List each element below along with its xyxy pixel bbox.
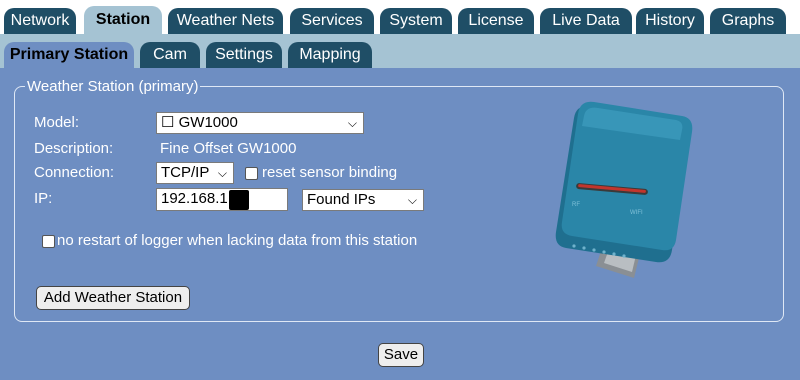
model-select[interactable]: ☐ GW1000 ⌵ bbox=[156, 112, 364, 134]
chevron-down-icon: ⌵ bbox=[407, 193, 417, 207]
subtab-primary-station[interactable]: Primary Station bbox=[4, 42, 134, 68]
tab-services[interactable]: Services bbox=[290, 8, 374, 34]
reset-binding-label: reset sensor binding bbox=[262, 164, 398, 181]
found-ips-select[interactable]: Found IPs ⌵ bbox=[302, 189, 424, 211]
no-restart-checkbox[interactable] bbox=[42, 235, 55, 248]
device-body bbox=[555, 101, 693, 263]
subtab-settings[interactable]: Settings bbox=[206, 42, 282, 68]
connection-label: Connection: bbox=[34, 164, 115, 181]
tab-graphs[interactable]: Graphs bbox=[710, 8, 786, 34]
rf-label: RF bbox=[572, 202, 580, 208]
save-button[interactable]: Save bbox=[378, 343, 424, 367]
reset-binding-checkbox[interactable] bbox=[245, 167, 258, 180]
model-label: Model: bbox=[34, 114, 80, 131]
chevron-down-icon: ⌵ bbox=[347, 116, 357, 130]
ip-label: IP: bbox=[34, 190, 53, 207]
tab-weather-nets[interactable]: Weather Nets bbox=[168, 8, 283, 34]
tab-live-data[interactable]: Live Data bbox=[540, 8, 632, 34]
redaction-mark bbox=[229, 190, 249, 210]
no-restart-label: no restart of logger when lacking data f… bbox=[57, 232, 418, 249]
tab-network[interactable]: Network bbox=[4, 8, 76, 34]
tab-station[interactable]: Station bbox=[84, 6, 162, 34]
model-select-value: ☐ GW1000 bbox=[161, 114, 238, 131]
description-label: Description: bbox=[34, 140, 114, 157]
subtab-mapping[interactable]: Mapping bbox=[288, 42, 372, 68]
tab-license[interactable]: License bbox=[458, 8, 534, 34]
chevron-down-icon: ⌵ bbox=[217, 166, 227, 180]
ip-input[interactable]: 192.168.1. bbox=[156, 188, 288, 211]
wifi-label: WIFI bbox=[630, 210, 643, 216]
add-weather-station-button[interactable]: Add Weather Station bbox=[36, 286, 190, 310]
connection-select-value: TCP/IP bbox=[161, 164, 210, 181]
found-ips-value: Found IPs bbox=[307, 191, 376, 208]
tab-system[interactable]: System bbox=[380, 8, 452, 34]
subtab-cam[interactable]: Cam bbox=[140, 42, 200, 68]
sub-tab-bar: Primary Station Cam Settings Mapping bbox=[0, 34, 800, 68]
gw1000-device-image: RF WIFI bbox=[555, 101, 693, 278]
description-value: Fine Offset GW1000 bbox=[160, 140, 297, 157]
connection-select[interactable]: TCP/IP ⌵ bbox=[156, 162, 234, 184]
fieldset-legend: Weather Station (primary) bbox=[27, 78, 199, 95]
top-tab-bar: Network Station Weather Nets Services Sy… bbox=[0, 0, 800, 34]
ip-input-value: 192.168.1. bbox=[161, 190, 232, 207]
tab-history[interactable]: History bbox=[636, 8, 704, 34]
